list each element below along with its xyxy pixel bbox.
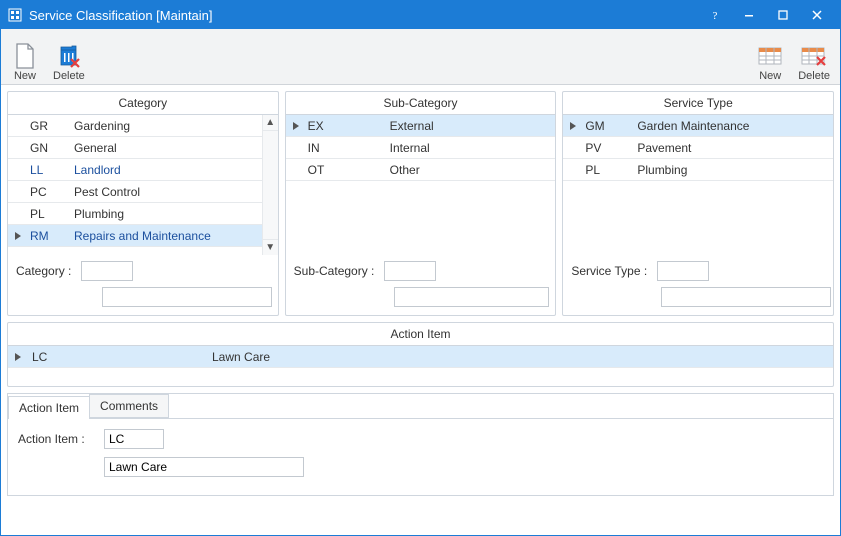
delete-icon <box>56 43 82 69</box>
category-desc-input[interactable] <box>102 287 272 307</box>
grid-row[interactable]: RMRepairs and Maintenance <box>8 225 262 247</box>
close-button[interactable] <box>800 1 834 29</box>
new-label: New <box>14 70 36 82</box>
action-item-header: Action Item <box>8 323 833 346</box>
grid-row[interactable]: LLLandlord <box>8 159 262 181</box>
row-indicator-icon <box>8 352 28 362</box>
category-grid[interactable]: GRGardening GNGeneral LLLandlord PCPest … <box>8 115 262 255</box>
toolbar: New Delete New Delete <box>1 29 840 85</box>
servicetype-label: Service Type : <box>571 264 647 278</box>
row-indicator-icon <box>286 121 306 131</box>
scroll-up-icon[interactable]: ▲ <box>263 115 278 131</box>
svg-text:?: ? <box>713 10 718 21</box>
grid-row[interactable]: LC Lawn Care <box>8 346 833 368</box>
row-indicator-icon <box>8 231 28 241</box>
new-document-icon <box>12 43 38 69</box>
tabs-panel: Action Item Comments Action Item : <box>7 393 834 496</box>
action-item-desc-input[interactable] <box>104 457 304 477</box>
tab-content-action-item: Action Item : <box>8 418 833 495</box>
subcategory-grid[interactable]: EXExternal INInternal OTOther <box>286 115 556 255</box>
tab-comments[interactable]: Comments <box>89 394 169 418</box>
tab-action-item[interactable]: Action Item <box>8 396 90 419</box>
servicetype-panel: Service Type GMGarden Maintenance PVPave… <box>562 91 834 316</box>
grid-row[interactable]: PLPlumbing <box>8 203 262 225</box>
new-grid-label: New <box>759 70 781 82</box>
subcategory-panel: Sub-Category EXExternal INInternal OTOth… <box>285 91 557 316</box>
subcategory-code-input[interactable] <box>384 261 436 281</box>
grid-row[interactable]: PLPlumbing <box>563 159 833 181</box>
action-item-grid[interactable]: LC Lawn Care <box>8 346 833 382</box>
grid-row[interactable]: GMGarden Maintenance <box>563 115 833 137</box>
grid-row[interactable]: OTOther <box>286 159 556 181</box>
action-item-code-input[interactable] <box>104 429 164 449</box>
titlebar: Service Classification [Maintain] ? <box>1 1 840 29</box>
action-item-label: Action Item : <box>18 432 90 446</box>
table-delete-icon <box>801 43 827 69</box>
scroll-track[interactable] <box>263 131 278 239</box>
category-label: Category : <box>16 264 71 278</box>
delete-grid-button[interactable]: Delete <box>794 43 834 82</box>
window-title: Service Classification [Maintain] <box>29 8 698 23</box>
table-new-icon <box>757 43 783 69</box>
row-indicator-icon <box>563 121 583 131</box>
grid-row[interactable]: INInternal <box>286 137 556 159</box>
app-icon <box>7 7 23 23</box>
grid-row[interactable]: EXExternal <box>286 115 556 137</box>
category-panel: Category GRGardening GNGeneral LLLandlor… <box>7 91 279 316</box>
grid-row[interactable]: PCPest Control <box>8 181 262 203</box>
action-item-panel: Action Item LC Lawn Care <box>7 322 834 387</box>
servicetype-grid[interactable]: GMGarden Maintenance PVPavement PLPlumbi… <box>563 115 833 255</box>
servicetype-header: Service Type <box>563 92 833 115</box>
help-button[interactable]: ? <box>698 1 732 29</box>
scrollbar[interactable]: ▲ ▼ <box>262 115 278 255</box>
subcategory-header: Sub-Category <box>286 92 556 115</box>
delete-button[interactable]: Delete <box>49 43 89 82</box>
maximize-button[interactable] <box>766 1 800 29</box>
category-code-input[interactable] <box>81 261 133 281</box>
delete-grid-label: Delete <box>798 70 830 82</box>
new-grid-button[interactable]: New <box>752 43 788 82</box>
grid-row[interactable]: GRGardening <box>8 115 262 137</box>
grid-row[interactable]: PVPavement <box>563 137 833 159</box>
servicetype-code-input[interactable] <box>657 261 709 281</box>
delete-label: Delete <box>53 70 85 82</box>
subcategory-label: Sub-Category : <box>294 264 375 278</box>
grid-row[interactable]: GNGeneral <box>8 137 262 159</box>
new-button[interactable]: New <box>7 43 43 82</box>
subcategory-desc-input[interactable] <box>394 287 549 307</box>
category-header: Category <box>8 92 278 115</box>
scroll-down-icon[interactable]: ▼ <box>263 239 278 255</box>
minimize-button[interactable] <box>732 1 766 29</box>
servicetype-desc-input[interactable] <box>661 287 831 307</box>
